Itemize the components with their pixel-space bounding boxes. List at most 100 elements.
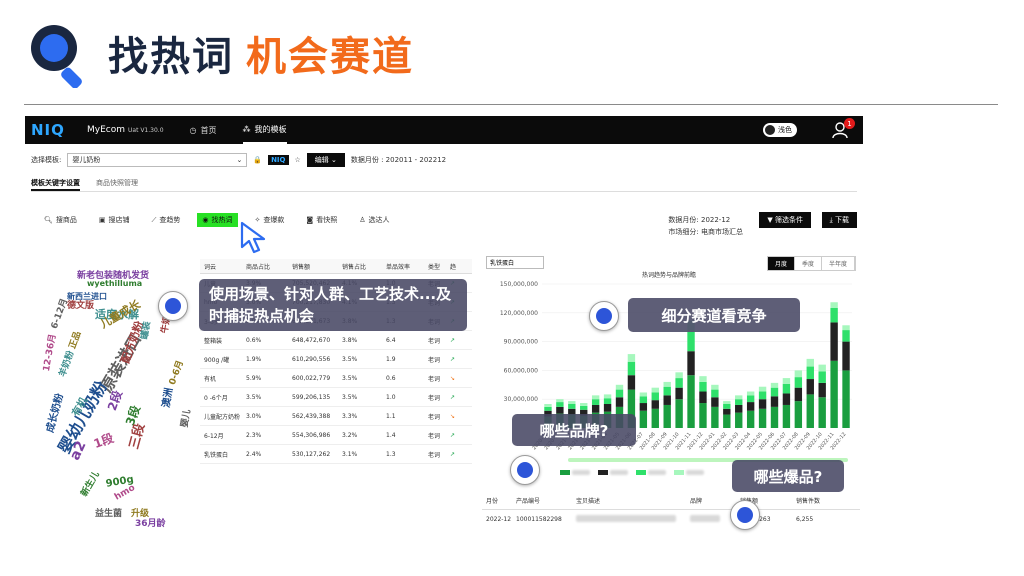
download-button[interactable]: ⤓ 下载	[821, 212, 857, 228]
chart-bar-segment[interactable]	[663, 386, 671, 396]
word-cloud-term[interactable]: 新生儿	[77, 469, 102, 498]
chart-bar-segment[interactable]	[556, 406, 564, 414]
chart-bar-segment[interactable]	[639, 396, 648, 404]
chart-bar-segment[interactable]	[675, 387, 683, 400]
legend-item[interactable]	[598, 470, 628, 477]
chart-bar-segment[interactable]	[639, 392, 648, 397]
chart-bar-segment[interactable]	[556, 402, 564, 407]
chart-bar-segment[interactable]	[568, 404, 576, 409]
chart-bar-segment[interactable]	[687, 351, 695, 376]
chart-bar-segment[interactable]	[627, 375, 636, 390]
chart-bar-segment[interactable]	[591, 395, 600, 400]
chart-bar-segment[interactable]	[556, 399, 564, 403]
chart-bar-segment[interactable]	[746, 402, 755, 411]
chart-bar-segment[interactable]	[782, 404, 791, 428]
chart-bar-segment[interactable]	[699, 376, 707, 382]
chart-bar-segment[interactable]	[603, 394, 612, 399]
chart-bar-segment[interactable]	[651, 408, 659, 428]
chart-bar-segment[interactable]	[723, 404, 731, 409]
tab-snapshot-management[interactable]: 商品快照管理	[96, 178, 138, 191]
chart-bar-segment[interactable]	[746, 391, 755, 396]
legend-item[interactable]	[636, 470, 666, 477]
chart-bar-segment[interactable]	[675, 372, 683, 379]
word-cloud-term[interactable]: 羊奶粉	[55, 349, 77, 379]
legend-item[interactable]	[674, 470, 704, 477]
chart-bar-segment[interactable]	[770, 387, 779, 397]
table-row[interactable]: 6-12月 2.3% 554,306,986 3.2% 1.4 老词 ↗	[200, 426, 472, 445]
chart-bar-segment[interactable]	[615, 384, 624, 390]
chart-bar-segment[interactable]	[735, 395, 743, 400]
chart-bar-segment[interactable]	[615, 389, 624, 398]
chart-bar-segment[interactable]	[782, 383, 791, 394]
chart-bar-segment[interactable]	[806, 394, 814, 428]
chart-bar-segment[interactable]	[746, 410, 755, 428]
series-select[interactable]: 乳铁蛋白	[486, 256, 544, 269]
chart-bar-segment[interactable]	[687, 332, 695, 352]
word-cloud-term[interactable]: 36月龄	[135, 516, 166, 529]
chart-bar-segment[interactable]	[806, 379, 814, 395]
word-cloud-term[interactable]: 三段	[123, 421, 148, 451]
chart-bar-segment[interactable]	[615, 397, 624, 407]
chart-bar-segment[interactable]	[711, 406, 719, 428]
edit-button[interactable]: 编辑 ⌄	[306, 153, 345, 167]
chart-bar-segment[interactable]	[687, 375, 695, 428]
chart-bar-segment[interactable]	[544, 406, 552, 411]
chart-bar-segment[interactable]	[580, 403, 588, 406]
word-cloud-term[interactable]: 婴儿	[177, 408, 193, 428]
chart-bar-segment[interactable]	[591, 404, 600, 413]
tab-keyword-settings[interactable]: 模板关键字设置	[31, 178, 80, 191]
chart-bar-segment[interactable]	[806, 358, 814, 367]
tab-half-year[interactable]: 半年度	[822, 257, 855, 270]
func-hot-words[interactable]: ◉ 找热词	[197, 213, 238, 227]
filter-button[interactable]: ▼ 筛选条件	[759, 212, 811, 228]
table-row[interactable]: 有机 5.9% 600,022,779 3.5% 0.6 老词 ↘	[200, 369, 472, 388]
chart-bar-segment[interactable]	[842, 325, 850, 331]
chart-bar-segment[interactable]	[699, 403, 707, 428]
chart-bar-segment[interactable]	[663, 381, 671, 387]
chart-bar-segment[interactable]	[603, 404, 612, 412]
word-cloud-term[interactable]: 罐装	[137, 320, 153, 340]
chart-bar-segment[interactable]	[782, 393, 791, 405]
table-row[interactable]: 900g /罐 1.9% 610,290,556 3.5% 1.9 老词 ↗	[200, 350, 472, 369]
chart-bar-segment[interactable]	[818, 371, 826, 383]
chart-bar-segment[interactable]	[651, 400, 659, 409]
chart-bar-segment[interactable]	[758, 391, 767, 400]
table-row[interactable]: 整箱装 0.6% 648,472,670 3.8% 6.4 老词 ↗	[200, 331, 472, 350]
word-cloud-term[interactable]: 0-6月	[165, 358, 186, 386]
chart-bar-segment[interactable]	[758, 408, 767, 428]
table-row[interactable]: 2022-12 100011582298 9,007,263 6,255	[482, 510, 860, 528]
chart-bar-segment[interactable]	[818, 364, 826, 372]
chart-bar-segment[interactable]	[580, 405, 588, 410]
chart-bar-segment[interactable]	[639, 403, 648, 411]
func-influencer[interactable]: ♙ 选达人	[354, 213, 394, 227]
chart-bar-segment[interactable]	[794, 387, 803, 402]
tab-quarterly[interactable]: 季度	[795, 257, 822, 270]
chart-bar-segment[interactable]	[830, 302, 838, 308]
chart-bar-segment[interactable]	[544, 404, 552, 407]
template-select[interactable]: 婴儿奶粉 ⌄	[67, 153, 248, 167]
chart-bar-segment[interactable]	[818, 397, 826, 428]
chart-bar-segment[interactable]	[758, 386, 767, 392]
chart-bar-segment[interactable]	[568, 401, 576, 404]
chart-bar-segment[interactable]	[639, 410, 648, 428]
chart-bar-segment[interactable]	[842, 330, 850, 342]
func-snapshot[interactable]: ◙ 看快照	[301, 213, 342, 227]
chart-bar-segment[interactable]	[711, 397, 719, 407]
word-cloud-term[interactable]: 益生菌	[95, 506, 122, 519]
nav-my-templates[interactable]: ⁂ 我的模板	[242, 116, 287, 144]
word-cloud-term[interactable]: 德文版	[67, 298, 94, 311]
chart-bar-segment[interactable]	[782, 378, 791, 384]
chart-bar-segment[interactable]	[794, 370, 803, 378]
chart-bar-segment[interactable]	[711, 384, 719, 390]
chart-bar-segment[interactable]	[770, 382, 779, 388]
chart-bar-segment[interactable]	[663, 404, 671, 428]
chart-bar-segment[interactable]	[830, 322, 838, 361]
word-cloud-term[interactable]: 12-36月	[39, 333, 58, 372]
chart-bar-segment[interactable]	[603, 398, 612, 404]
chart-bar-segment[interactable]	[651, 392, 659, 401]
chart-bar-segment[interactable]	[746, 395, 755, 403]
chart-bar-segment[interactable]	[675, 378, 683, 388]
chart-bar-segment[interactable]	[770, 396, 779, 407]
legend-item[interactable]	[560, 470, 590, 477]
func-trend[interactable]: ⟋ 查趋势	[147, 213, 186, 227]
